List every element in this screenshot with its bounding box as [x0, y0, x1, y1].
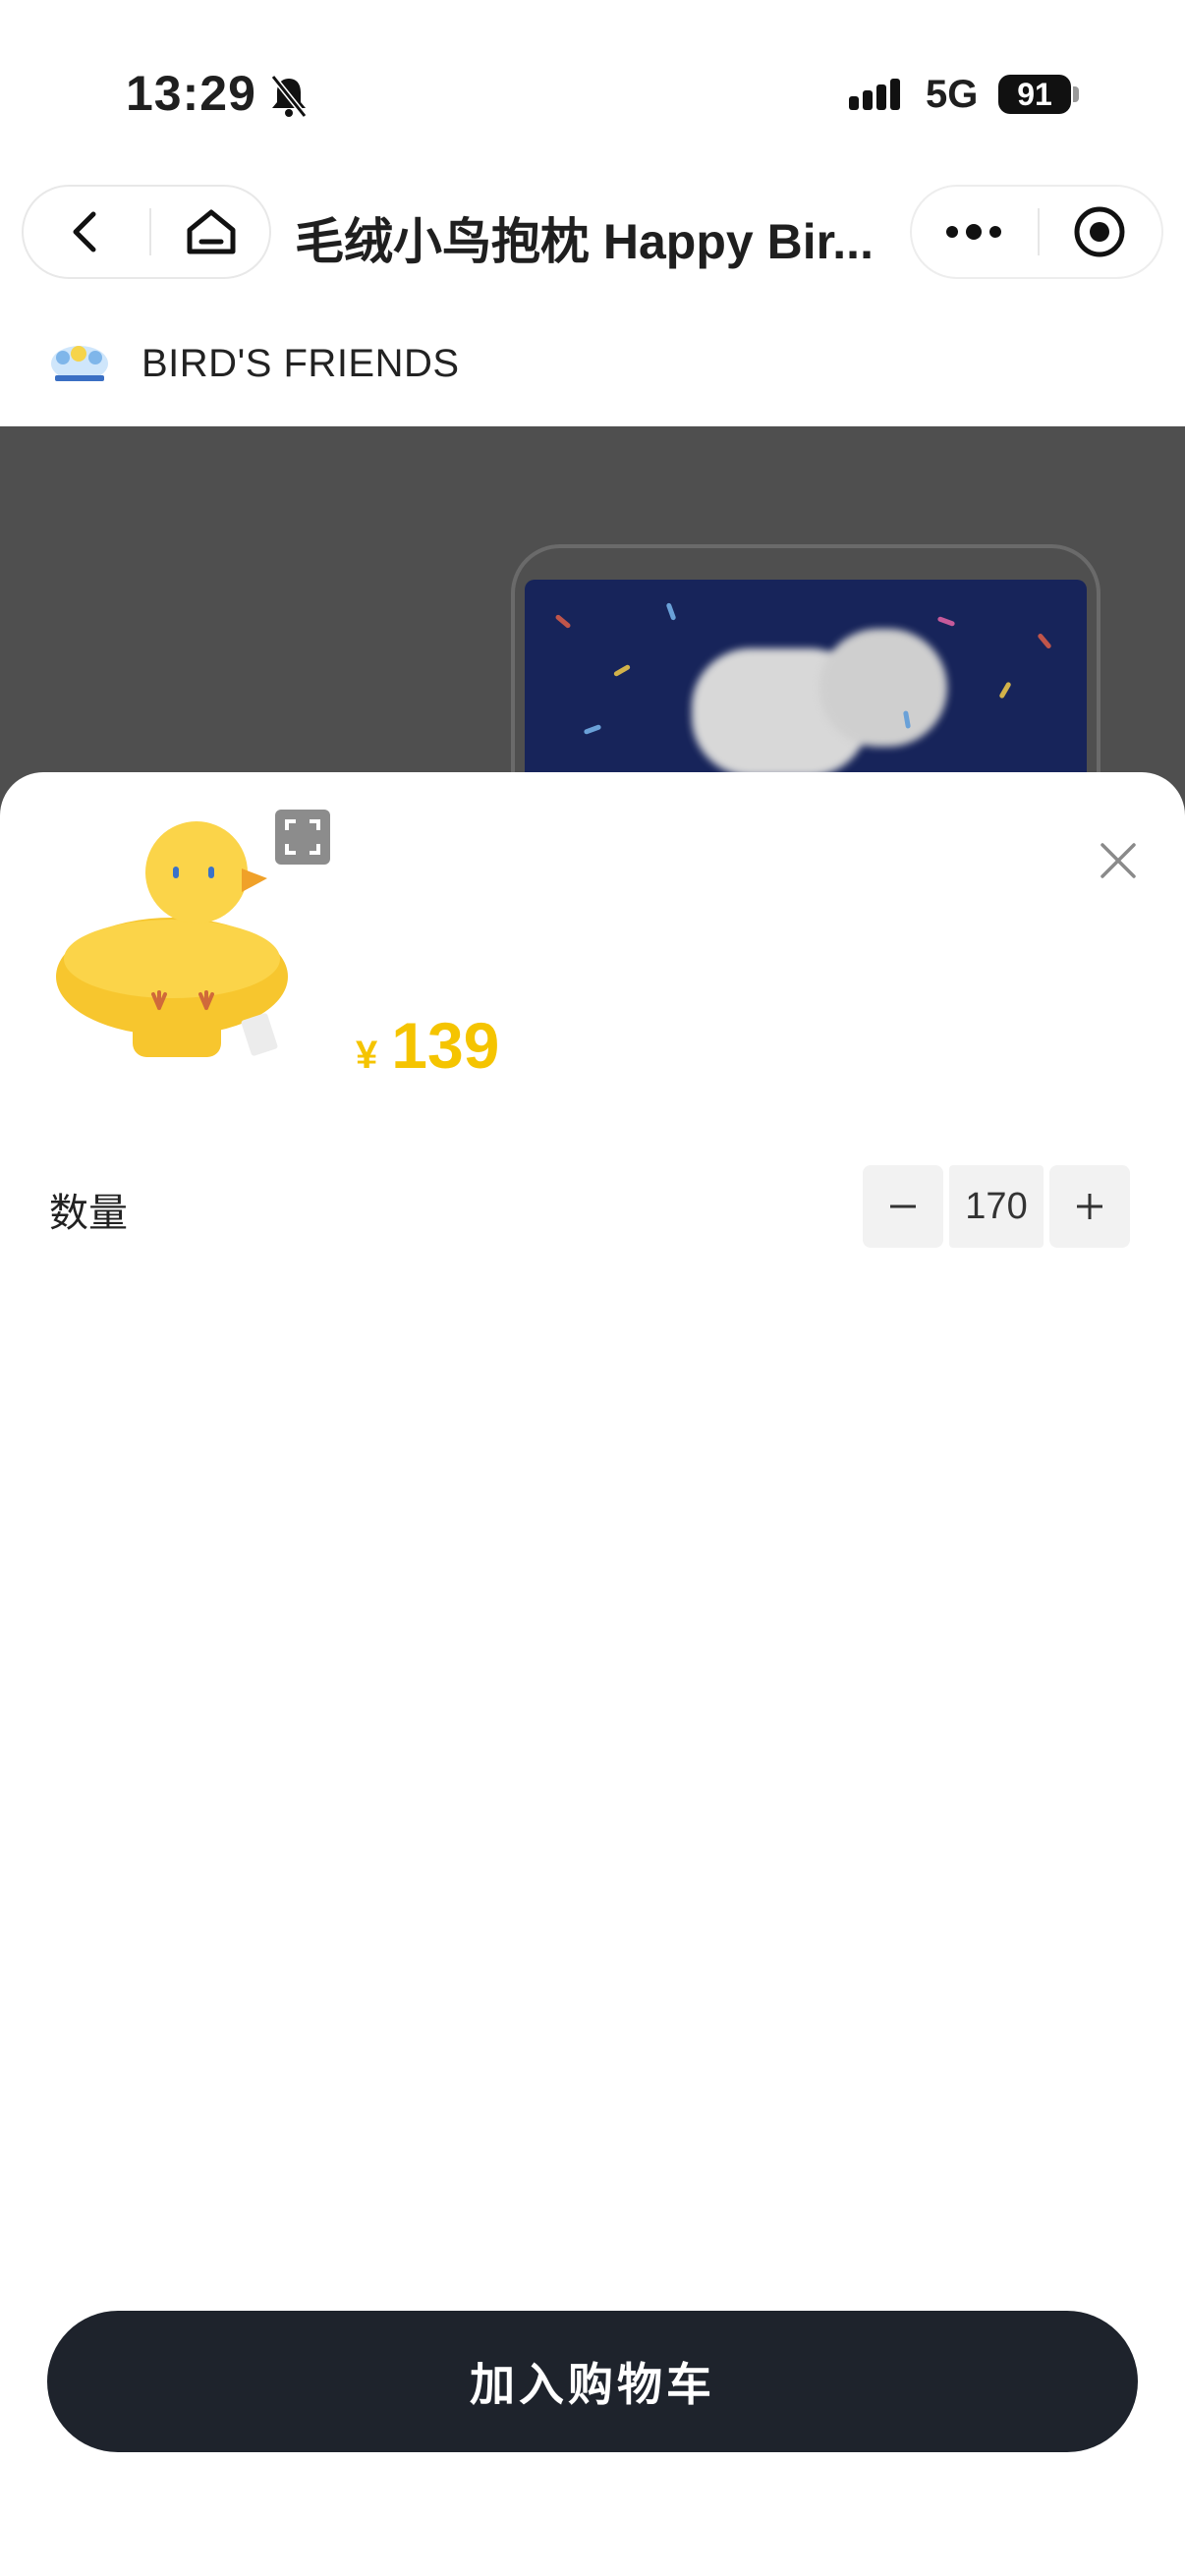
- nav-capsule-left: [22, 185, 271, 279]
- more-dots-icon: [946, 224, 1001, 240]
- sprinkle: [554, 613, 572, 630]
- home-icon: [187, 209, 236, 254]
- quantity-input[interactable]: [949, 1165, 1044, 1248]
- back-button[interactable]: [24, 187, 147, 277]
- battery-level: 91: [1017, 77, 1052, 112]
- shop-logo: [49, 340, 110, 389]
- chevron-left-icon: [73, 211, 96, 252]
- shop-header[interactable]: BIRD'S FRIENDS: [0, 305, 1185, 426]
- close-sheet-button[interactable]: [1097, 839, 1140, 882]
- sprinkle: [665, 602, 677, 621]
- quantity-decrease-button[interactable]: [863, 1165, 943, 1248]
- battery-icon: 91: [998, 75, 1071, 114]
- minus-icon: [890, 1204, 916, 1208]
- price-value: 139: [391, 1009, 500, 1082]
- close-icon: [1100, 843, 1136, 878]
- quantity-increase-button[interactable]: [1049, 1165, 1130, 1248]
- target-icon: [1074, 206, 1125, 257]
- product-price: ¥139: [356, 1008, 499, 1083]
- status-time: 13:29: [126, 66, 256, 121]
- network-type: 5G: [926, 73, 979, 116]
- more-button[interactable]: [912, 187, 1036, 277]
- sprinkle: [583, 724, 602, 735]
- product-gallery-image: [0, 426, 1185, 819]
- mute-bell-icon: [267, 73, 310, 123]
- sprinkle: [936, 616, 956, 627]
- status-bar: 13:29 5G 91: [0, 0, 1185, 167]
- sku-bottom-sheet: ¥139 数量 加入购物车: [0, 772, 1185, 2576]
- sprinkle: [612, 663, 632, 678]
- home-button[interactable]: [149, 187, 273, 277]
- quantity-stepper: [863, 1165, 1130, 1248]
- expand-image-button[interactable]: [275, 810, 330, 865]
- fullscreen-icon: [285, 819, 320, 855]
- close-miniapp-button[interactable]: [1038, 187, 1161, 277]
- plus-icon: [1077, 1194, 1102, 1219]
- nav-capsule-right: [910, 185, 1163, 279]
- shop-name: BIRD'S FRIENDS: [141, 342, 460, 385]
- sprinkle: [998, 681, 1012, 700]
- signal-icon: [847, 77, 908, 117]
- price-currency: ¥: [356, 1034, 378, 1077]
- sprinkle: [1037, 632, 1052, 650]
- battery-cap: [1073, 86, 1079, 102]
- quantity-label: 数量: [49, 1192, 128, 1235]
- nav-bar: 毛绒小鸟抱枕 Happy Bir...: [0, 167, 1185, 305]
- cloud-graphic: [819, 629, 947, 747]
- add-to-cart-button[interactable]: 加入购物车: [47, 2311, 1138, 2452]
- page-title: 毛绒小鸟抱枕 Happy Bir...: [295, 214, 874, 269]
